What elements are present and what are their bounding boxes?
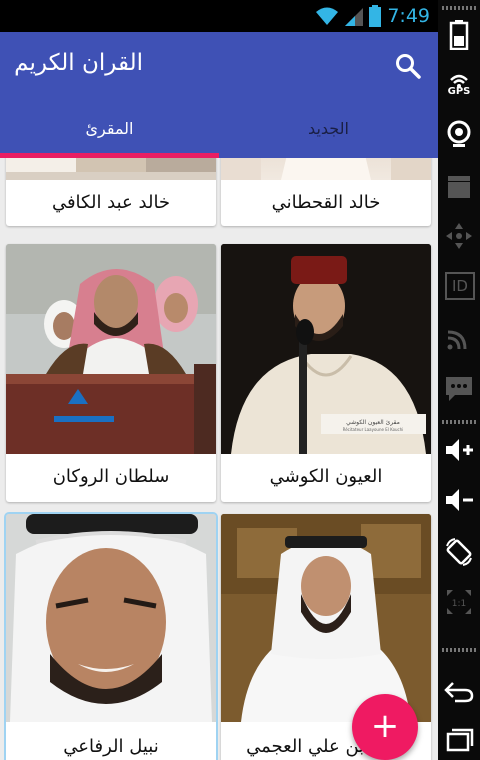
- divider: [442, 420, 476, 424]
- scale-icon[interactable]: 1:1: [443, 586, 475, 618]
- wifi-icon: [316, 7, 339, 25]
- status-clock: 7:49: [387, 5, 430, 27]
- reciter-photo: [6, 514, 216, 722]
- recents-icon[interactable]: [443, 724, 475, 756]
- reciter-name: خالد القحطاني: [271, 192, 381, 213]
- reciter-name: خالد عبد الكافي: [51, 192, 171, 213]
- rotate-icon[interactable]: [443, 536, 475, 568]
- clapperboard-icon[interactable]: [443, 170, 475, 202]
- emulator-side-panel: GPS ID 1:1: [438, 0, 480, 760]
- photo-caption-ar: مقرئ العيون الكوشي: [346, 419, 400, 426]
- add-button[interactable]: +: [352, 694, 418, 760]
- reciter-name: سلطان الروكان: [52, 466, 170, 487]
- sms-icon[interactable]: [443, 372, 475, 404]
- reciter-card[interactable]: نبيل الرفاعي: [4, 512, 218, 760]
- id-icon[interactable]: ID: [445, 272, 475, 300]
- reciter-card[interactable]: خالد عبد الكافي: [6, 158, 216, 226]
- tab-bar: المقرئ الجديد: [0, 112, 438, 158]
- volume-down-icon[interactable]: [443, 484, 475, 516]
- reciter-photo: [6, 158, 216, 180]
- reciter-photo: مقرئ العيون الكوشي Récitateur Laayoune E…: [221, 244, 431, 454]
- volume-up-icon[interactable]: [443, 434, 475, 466]
- reciter-card[interactable]: خالد القحطاني: [221, 158, 431, 226]
- photo-caption-fr: Récitateur Laayoune El Kouchi: [343, 427, 404, 432]
- dpad-icon[interactable]: [443, 220, 475, 252]
- ratio-label: 1:1: [452, 599, 466, 609]
- reciter-name: العيون الكوشي: [269, 466, 383, 487]
- reciter-card[interactable]: مقرئ العيون الكوشي Récitateur Laayoune E…: [221, 244, 431, 502]
- search-icon[interactable]: [394, 52, 422, 80]
- reciter-photo: [221, 514, 431, 722]
- app-title: القران الكريم: [14, 50, 143, 76]
- divider: [442, 648, 476, 652]
- reciter-name: نبيل الرفاعي: [63, 736, 159, 757]
- reciter-photo: [221, 158, 431, 180]
- tab-reciter[interactable]: المقرئ: [0, 112, 219, 158]
- plus-icon: +: [370, 706, 400, 746]
- gps-label: GPS: [447, 86, 471, 97]
- status-bar: 7:49: [0, 0, 438, 32]
- battery-icon: [369, 5, 382, 27]
- signal-icon: [345, 8, 364, 26]
- app-bar: القران الكريم المقرئ الجديد: [0, 32, 438, 158]
- cast-icon[interactable]: [443, 322, 475, 354]
- reciter-card[interactable]: سلطان الروكان: [6, 244, 216, 502]
- divider: [442, 6, 476, 10]
- back-icon[interactable]: [443, 674, 475, 706]
- reciter-grid[interactable]: خالد القحطاني خالد عبد الكافي مقرئ العيو…: [0, 158, 438, 760]
- battery-icon[interactable]: [443, 18, 475, 50]
- tab-new[interactable]: الجديد: [219, 112, 438, 158]
- reciter-photo: [6, 244, 216, 454]
- webcam-icon[interactable]: [443, 118, 475, 150]
